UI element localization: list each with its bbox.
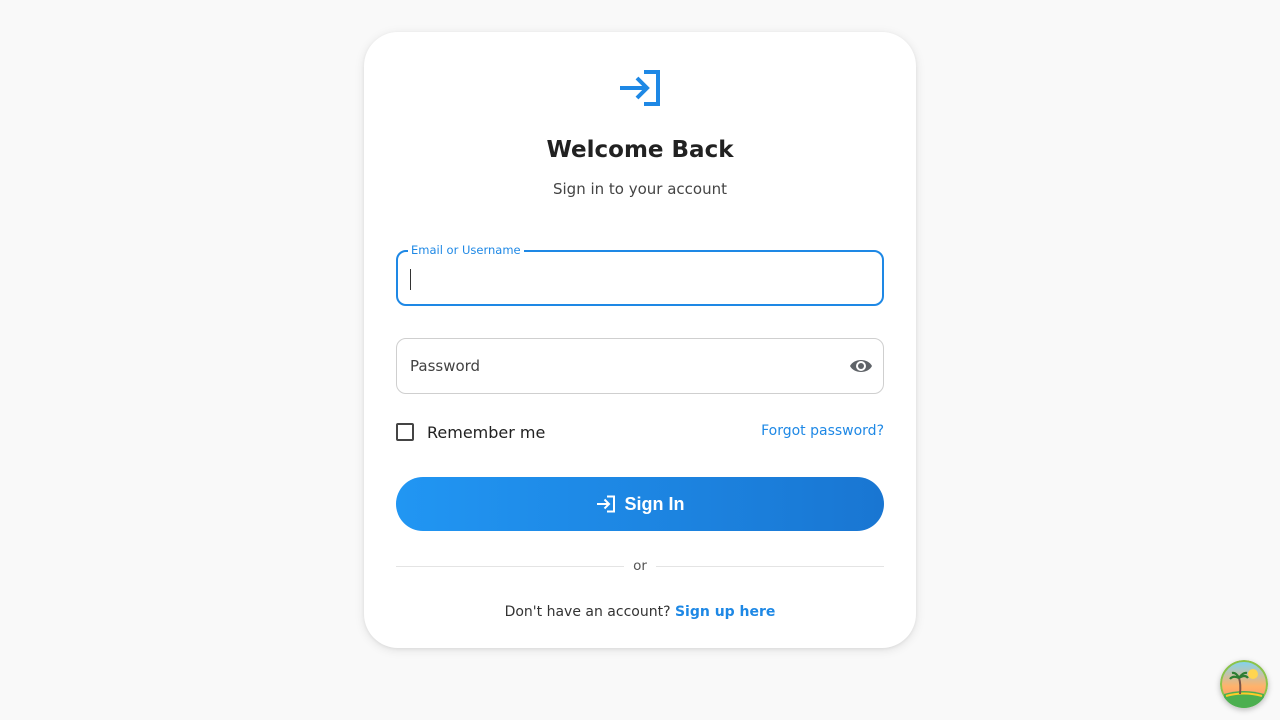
remember-me-checkbox[interactable]	[396, 423, 414, 441]
divider-line-right	[656, 566, 884, 567]
sign-up-link[interactable]: Sign up here	[675, 604, 775, 620]
remember-me-label[interactable]: Remember me	[427, 423, 545, 442]
eye-icon[interactable]	[849, 356, 873, 376]
text-caret	[410, 269, 411, 290]
login-icon	[620, 70, 660, 106]
forgot-password-link[interactable]: Forgot password?	[761, 423, 884, 439]
sign-in-button[interactable]: Sign In	[396, 477, 884, 531]
page-subtitle: Sign in to your account	[552, 180, 727, 198]
sign-in-button-label: Sign In	[624, 493, 685, 514]
email-field-label: Email or Username	[408, 242, 524, 258]
beach-island-icon[interactable]	[1220, 660, 1268, 708]
or-divider: or	[396, 558, 884, 574]
page-title: Welcome Back	[546, 137, 734, 163]
remember-me[interactable]: Remember me	[396, 421, 545, 443]
password-placeholder[interactable]: Password	[410, 339, 480, 393]
signup-prompt-text: Don't have an account?	[504, 604, 671, 620]
login-card: Welcome Back Sign in to your account Ema…	[364, 32, 916, 648]
signup-prompt: Don't have an account? Sign up here	[364, 604, 916, 620]
login-icon	[596, 495, 615, 513]
email-field[interactable]: Email or Username	[396, 242, 884, 306]
password-field[interactable]: Password	[396, 338, 884, 394]
